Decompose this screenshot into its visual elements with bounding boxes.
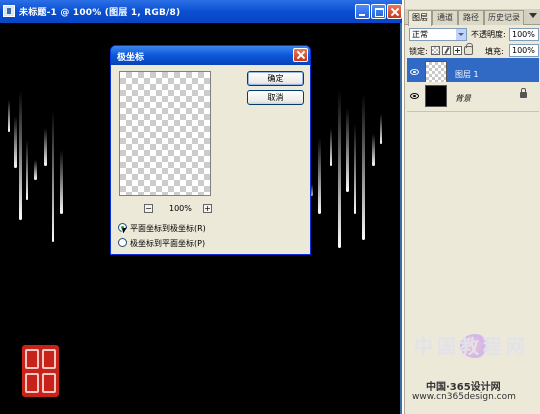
light-streak [346, 108, 349, 192]
layer-thumbnail [425, 61, 447, 83]
light-streak [362, 94, 365, 240]
polar-coordinates-dialog: 极坐标 − 100% + 确定 取消 平面坐标到极坐标(R) 极坐标到平面坐标(… [110, 45, 311, 255]
light-streak [26, 140, 28, 200]
light-streak [44, 128, 47, 166]
opacity-field[interactable]: 100% [509, 28, 539, 41]
layer-thumbnail [425, 85, 447, 107]
zoom-level: 100% [169, 204, 192, 213]
zoom-in-button[interactable]: + [203, 204, 212, 213]
panel-menu-arrow-icon[interactable] [529, 13, 537, 18]
tab-layers[interactable]: 图层 [408, 10, 432, 26]
filter-preview[interactable] [119, 71, 211, 196]
blend-mode-select[interactable]: 正常 [409, 28, 467, 41]
fill-field[interactable]: 100% [509, 44, 539, 57]
document-titlebar[interactable]: 未标题-1 @ 100% (图层 1, RGB/8) [0, 0, 402, 23]
light-streak [34, 160, 37, 180]
ok-button[interactable]: 确定 [247, 71, 304, 86]
eye-visibility-icon[interactable] [410, 69, 419, 75]
photoshop-document-icon [3, 5, 15, 17]
radio-label: 极坐标到平面坐标(P) [130, 239, 206, 248]
tab-history[interactable]: 历史记录 [484, 10, 524, 25]
layer-name: 背景 [455, 94, 471, 103]
minimize-button[interactable] [355, 4, 370, 19]
light-streak [338, 90, 341, 248]
light-streak [8, 100, 10, 132]
light-streak [60, 150, 63, 214]
light-streak [52, 110, 54, 242]
lock-all-icon[interactable] [464, 43, 473, 55]
layer-row-background[interactable]: 背景 [407, 82, 539, 112]
close-button[interactable] [387, 4, 402, 19]
light-streak [354, 124, 356, 214]
tab-channels[interactable]: 通道 [432, 10, 458, 25]
tab-paths[interactable]: 路径 [458, 10, 484, 25]
radio-button[interactable] [118, 238, 127, 247]
panel-tab-bar: 图层 通道 路径 历史记录 [405, 9, 540, 26]
layers-list-empty-area [407, 113, 539, 413]
cancel-button[interactable]: 取消 [247, 90, 304, 105]
lock-position-move-icon[interactable] [453, 46, 462, 55]
zoom-out-button[interactable]: − [144, 204, 153, 213]
light-streak [318, 138, 321, 214]
lock-transparency-icon[interactable] [431, 46, 440, 55]
layer-name: 图层 1 [455, 70, 479, 79]
radio-label: 平面坐标到极坐标(R) [130, 224, 206, 233]
lock-pixels-brush-icon[interactable] [442, 46, 451, 55]
blend-mode-value: 正常 [412, 30, 428, 39]
light-streak [330, 128, 332, 166]
document-title: 未标题-1 @ 100% (图层 1, RGB/8) [19, 8, 181, 18]
fill-label: 填充: [485, 47, 504, 56]
opacity-label: 不透明度: [471, 30, 506, 39]
chevron-down-icon[interactable] [456, 29, 466, 40]
lock-icon [520, 88, 527, 98]
light-streak [372, 134, 375, 166]
light-streak [380, 114, 382, 144]
eye-visibility-icon[interactable] [410, 93, 419, 99]
red-seal-stamp [22, 345, 59, 397]
lock-label: 锁定: [409, 47, 428, 56]
dialog-close-button[interactable] [293, 48, 308, 62]
maximize-button[interactable] [371, 4, 386, 19]
light-streak [19, 90, 22, 220]
light-streak [14, 116, 17, 168]
layers-panel: 图层 通道 路径 历史记录 正常 不透明度: 100% 锁定: 填充: 100%… [404, 0, 540, 414]
dialog-title: 极坐标 [117, 53, 145, 63]
dialog-titlebar[interactable]: 极坐标 [111, 46, 310, 65]
mouse-pointer-icon [121, 228, 129, 236]
